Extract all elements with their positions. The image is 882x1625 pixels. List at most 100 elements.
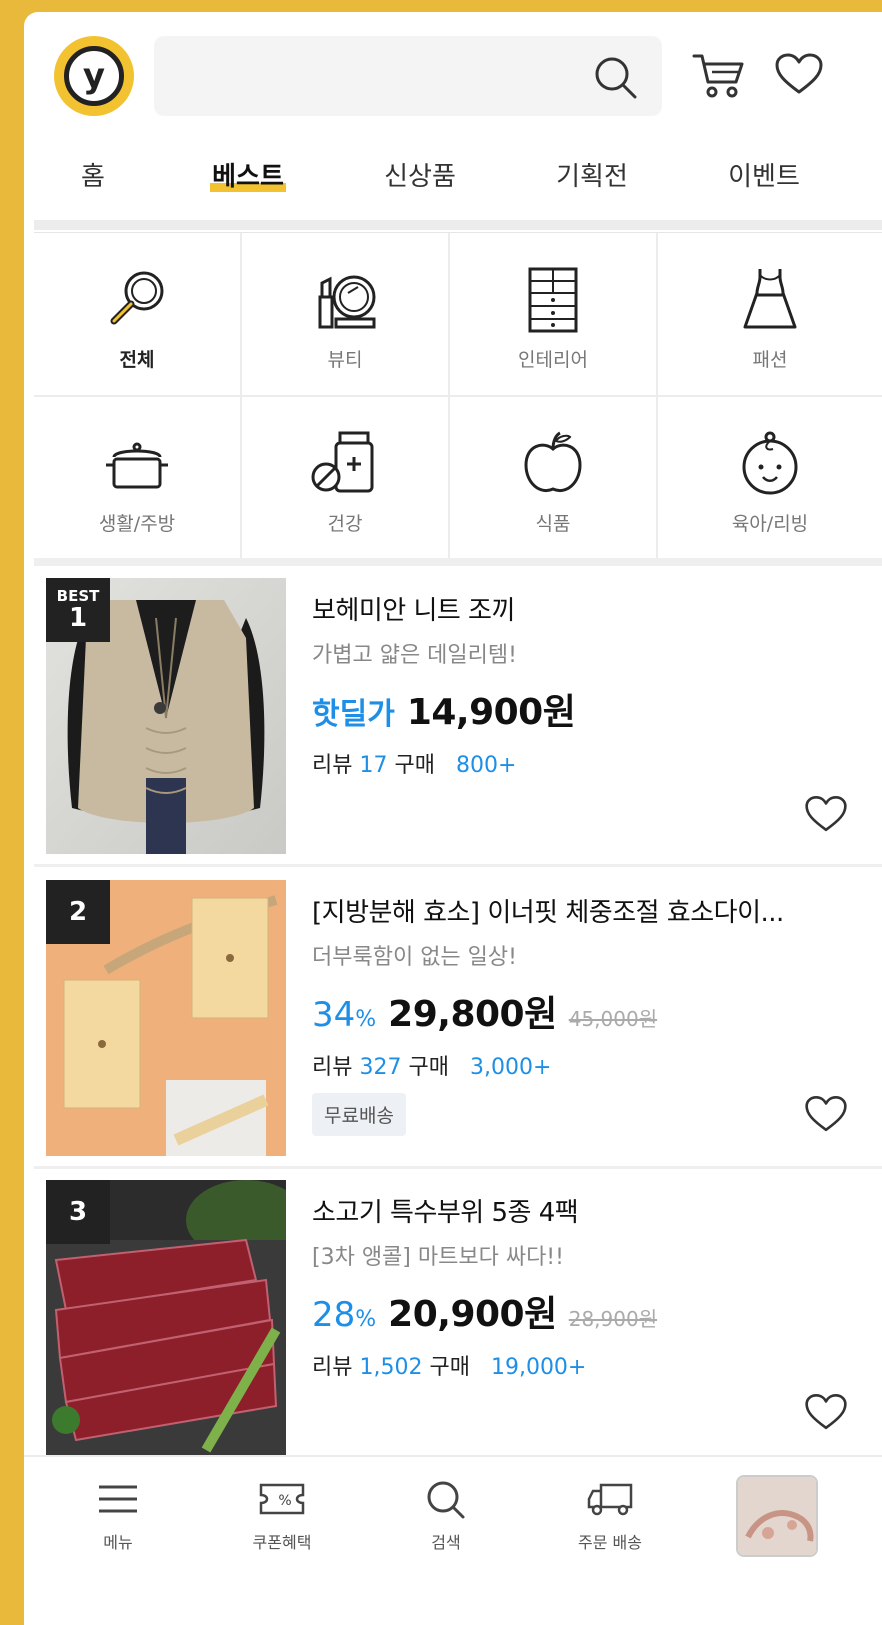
rank-badge: BEST 1: [46, 578, 110, 642]
price-line: 핫딜가 14,900원: [312, 683, 872, 735]
rank-number: 2: [68, 897, 88, 927]
review-purchase-stats: 리뷰 17 구매 800+: [312, 747, 872, 779]
product-title[interactable]: [지방분해 효소] 이너핏 체중조절 효소다이...: [312, 892, 872, 929]
heart-icon[interactable]: [804, 1094, 848, 1134]
product-info: [지방분해 효소] 이너핏 체중조절 효소다이... 더부룩함이 없는 일상! …: [312, 892, 872, 1136]
divider: [34, 220, 882, 230]
tab-home[interactable]: 홈: [24, 140, 162, 218]
product-image-enzyme[interactable]: 2: [46, 880, 286, 1156]
search-bar[interactable]: [154, 36, 662, 116]
heart-icon[interactable]: [804, 1392, 848, 1432]
category-label: 전체: [119, 349, 155, 371]
rank-badge: 2: [46, 880, 110, 944]
divider: [34, 558, 882, 566]
product-subtitle: 가볍고 얇은 데일리템!: [312, 643, 517, 668]
recent-product-image: [738, 1477, 816, 1555]
buy-label: 구매: [429, 1355, 470, 1380]
recent-product-thumbnail[interactable]: [736, 1475, 818, 1557]
nav-search[interactable]: 검색: [386, 1477, 506, 1553]
rank-badge: 3: [46, 1180, 110, 1244]
review-purchase-stats: 리뷰 1,502 구매 19,000+: [312, 1349, 872, 1381]
product-image-vest[interactable]: BEST 1: [46, 578, 286, 854]
product-item[interactable]: 2 [지방분해 효소] 이너핏 체중조절 효소다이... 더부룩함이 없는 일상…: [34, 868, 882, 1164]
cart-icon[interactable]: [692, 50, 746, 100]
product-info: 보헤미안 니트 조끼 가볍고 얇은 데일리템! 핫딜가 14,900원 리뷰 1…: [312, 590, 872, 779]
product-subtitle: 더부룩함이 없는 일상!: [312, 945, 517, 970]
buy-label: 구매: [394, 753, 435, 778]
product-title[interactable]: 보헤미안 니트 조끼: [312, 590, 872, 627]
category-label: 뷰티: [327, 349, 363, 371]
discount-rate: 28%: [312, 1295, 376, 1335]
discount-value: 34: [312, 995, 356, 1035]
tab-special[interactable]: 기획전: [506, 140, 678, 218]
product-title[interactable]: 소고기 특수부위 5종 4팩: [312, 1192, 872, 1229]
product-item[interactable]: BEST 1 보헤미안 니트 조끼 가볍고 얇은 데일리템! 핫딜가 14,90…: [34, 566, 882, 862]
main-tabs: 홈 베스트 신상품 기획전 이벤트: [24, 140, 882, 218]
tab-home-label: 홈: [81, 162, 105, 192]
discount-unit: %: [355, 1307, 377, 1332]
buy-count: 3,000+: [469, 1055, 552, 1080]
nav-label: 검색: [431, 1533, 461, 1552]
pill-bottle-icon: [311, 431, 374, 493]
tab-new[interactable]: 신상품: [334, 140, 506, 218]
logo-letter: y: [64, 46, 124, 106]
tab-event[interactable]: 이벤트: [678, 140, 850, 218]
pot-icon: [106, 442, 168, 489]
discount-value: 28: [312, 1295, 356, 1335]
truck-icon: [587, 1483, 633, 1516]
app-logo[interactable]: y: [54, 36, 134, 116]
category-label: 생활/주방: [98, 513, 176, 535]
review-label: 리뷰: [312, 1355, 353, 1380]
review-count: 1,502: [359, 1355, 423, 1380]
category-interior[interactable]: 인테리어: [450, 233, 658, 397]
rank-number: 3: [68, 1197, 88, 1227]
tab-new-label: 신상품: [384, 162, 456, 192]
coupon-icon: %: [259, 1483, 305, 1515]
deal-label: 핫딜가: [312, 697, 395, 732]
category-all[interactable]: 전체: [34, 233, 242, 397]
tab-best-label: 베스트: [210, 162, 286, 192]
buy-count: 800+: [455, 753, 517, 778]
search-icon: [427, 1481, 465, 1519]
nav-orders[interactable]: 주문 배송: [550, 1477, 670, 1553]
category-baby[interactable]: 육아/리빙: [658, 397, 882, 561]
product-item[interactable]: 3 소고기 특수부위 5종 4팩 [3차 앵콜] 마트보다 싸다!! 28% 2…: [34, 1168, 882, 1464]
price: 14,900원: [406, 692, 576, 733]
category-label: 인테리어: [518, 349, 588, 371]
nav-menu[interactable]: 메뉴: [58, 1477, 178, 1553]
nav-coupon[interactable]: % 쿠폰혜택: [222, 1477, 342, 1553]
discount-unit: %: [355, 1007, 377, 1032]
review-label: 리뷰: [312, 1055, 353, 1080]
magnifier-icon: [110, 271, 164, 325]
product-image-beef[interactable]: 3: [46, 1180, 286, 1456]
rank-number: 1: [68, 603, 88, 633]
category-food[interactable]: 식품: [450, 397, 658, 561]
category-health[interactable]: 건강: [242, 397, 450, 561]
review-count: 327: [359, 1055, 402, 1080]
price: 29,800원: [388, 994, 557, 1035]
heart-icon[interactable]: [774, 52, 824, 96]
menu-icon: [99, 1485, 137, 1513]
search-icon[interactable]: [592, 54, 638, 100]
tab-special-label: 기획전: [556, 162, 628, 192]
heart-icon[interactable]: [804, 794, 848, 834]
category-label: 육아/리빙: [731, 513, 809, 535]
nav-label: 쿠폰혜택: [252, 1533, 312, 1552]
free-shipping-badge: 무료배송: [312, 1093, 406, 1136]
review-count: 17: [359, 753, 388, 778]
category-kitchen[interactable]: 생활/주방: [34, 397, 242, 561]
original-price: 28,900원: [568, 1307, 658, 1331]
category-fashion[interactable]: 패션: [658, 233, 882, 397]
search-input[interactable]: [170, 54, 570, 98]
category-beauty[interactable]: 뷰티: [242, 233, 450, 397]
review-purchase-stats: 리뷰 327 구매 3,000+: [312, 1049, 872, 1081]
buy-label: 구매: [408, 1055, 449, 1080]
app-screen: y 홈 베스트 신상품 기획전 이벤트 전체 뷰티 인테리어 패션 생활/주방 …: [24, 12, 882, 1625]
price: 20,900원: [388, 1294, 557, 1335]
nav-label: 주문 배송: [578, 1533, 642, 1552]
tab-best[interactable]: 베스트: [162, 140, 334, 218]
review-label: 리뷰: [312, 753, 353, 778]
price-line: 34% 29,800원 45,000원: [312, 985, 872, 1037]
drawer-icon: [528, 267, 578, 333]
best-label: BEST: [56, 587, 100, 605]
